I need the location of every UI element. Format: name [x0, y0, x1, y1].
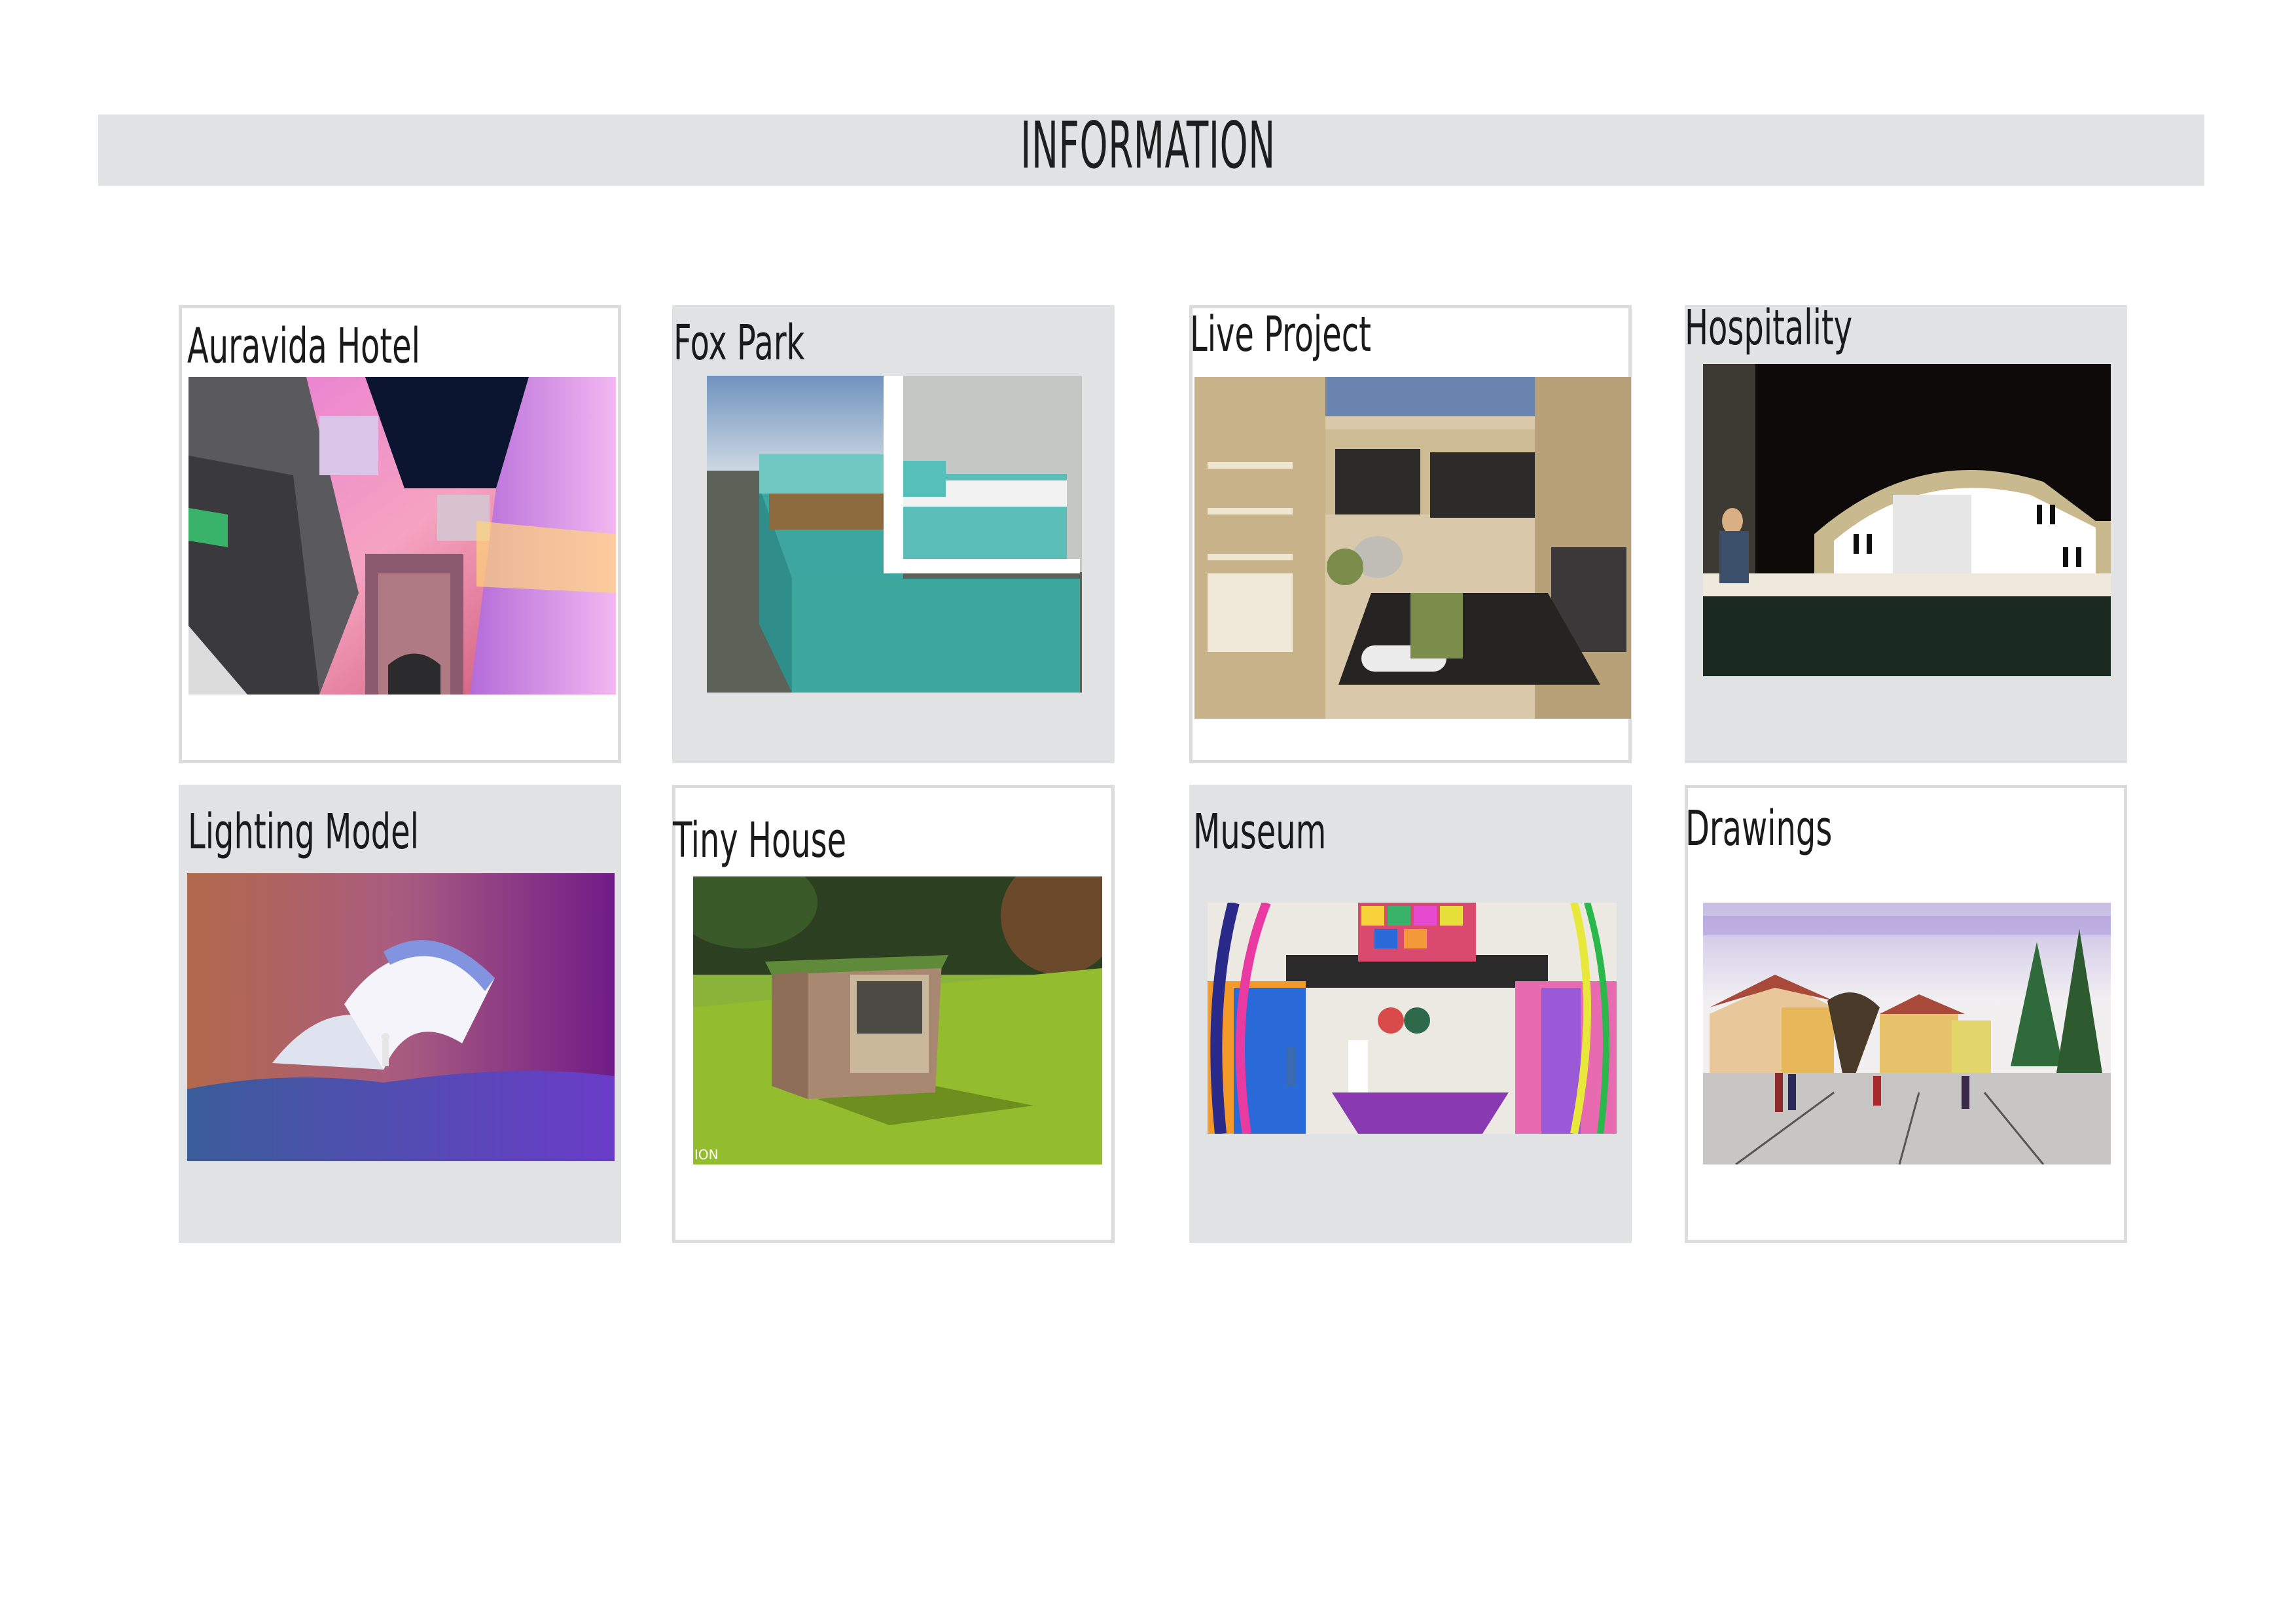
fox-park-image [707, 376, 1082, 693]
tiny-house-caption: ION [694, 1147, 719, 1163]
card-auravida-hotel[interactable]: Auravida Hotel [179, 305, 621, 763]
card-title: Tiny House [673, 812, 847, 869]
drawings-image [1703, 903, 2111, 1164]
card-title: Live Project [1190, 306, 1371, 363]
live-project-image [1194, 377, 1631, 719]
card-title: Museum [1193, 804, 1327, 860]
card-fox-park[interactable]: Fox Park [672, 305, 1115, 763]
card-title: Fox Park [673, 315, 805, 371]
card-lighting-model[interactable]: Lighting Model [179, 785, 621, 1243]
hospitality-image [1703, 364, 2111, 676]
card-tiny-house[interactable]: Tiny House ION [672, 785, 1115, 1243]
museum-image [1208, 903, 1617, 1134]
page-title: INFORMATION [1020, 109, 1276, 183]
card-hospitality[interactable]: Hospitality [1685, 300, 2127, 763]
card-title: Auravida Hotel [187, 318, 420, 374]
lighting-model-image [187, 873, 615, 1161]
card-drawings[interactable]: Drawings [1685, 785, 2127, 1243]
card-title: Drawings [1685, 801, 1833, 857]
card-title: Hospitality [1685, 300, 1853, 356]
card-title: Lighting Model [188, 804, 419, 860]
card-live-project[interactable]: Live Project [1189, 305, 1632, 763]
auravida-hotel-image [188, 377, 616, 695]
tiny-house-image: ION [693, 876, 1102, 1164]
card-museum[interactable]: Museum [1189, 785, 1632, 1243]
